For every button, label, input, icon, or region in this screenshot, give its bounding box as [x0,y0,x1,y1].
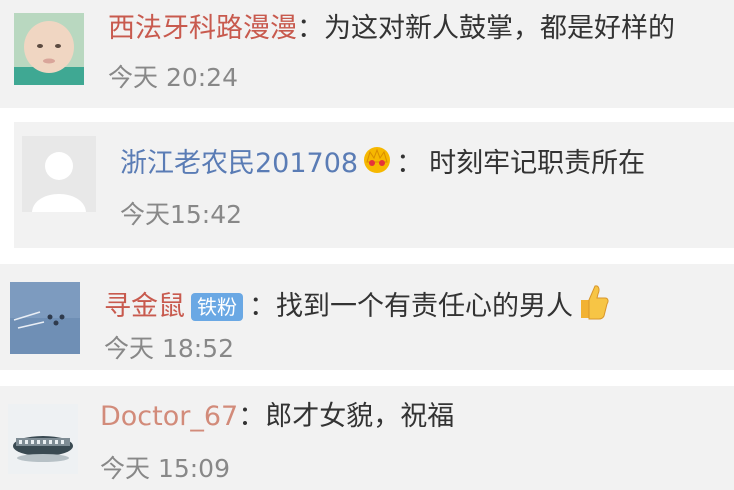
separator: ： [249,290,276,322]
username-link[interactable]: Doctor_67 [100,400,238,434]
timestamp: 今天 15:09 [100,454,230,483]
comment-card: Doctor_67 ： 郎才女貌，祝福 今天 15:09 [0,386,734,490]
avatar[interactable] [22,136,96,212]
comment-text: 郎才女貌，祝福 [265,401,455,432]
thumbs-up-icon [575,282,609,331]
separator: ： [297,13,324,44]
comment-line: Doctor_67 ： 郎才女貌，祝福 [100,400,454,434]
fan-badge: 铁粉 [191,292,243,321]
jets-avatar-image [10,282,80,354]
username-link[interactable]: 浙江老农民201708 [120,147,358,181]
timestamp: 今天15:42 [120,200,243,229]
separator: ： [238,401,266,432]
comment-line: 浙江老农民201708 ： 时刻牢记职责所在 [120,144,645,183]
avatar[interactable] [10,282,80,354]
comment-text: 找到一个有责任心的男人 [276,290,573,322]
comment-line: 寻金鼠 铁粉 ： 找到一个有责任心的男人 [104,282,611,331]
comment-card: 浙江老农民201708 ： 时刻牢记职责所在 今天15:42 [14,122,734,248]
comment-card: 西法牙科路漫漫 ： 为这对新人鼓掌，都是好样的 今天 20:24 [0,0,734,108]
comment-line: 西法牙科路漫漫 ： 为这对新人鼓掌，都是好样的 [108,12,675,46]
building-avatar-image [8,404,78,474]
timestamp: 今天 20:24 [108,63,238,92]
comment-text: 为这对新人鼓掌，都是好样的 [324,13,675,44]
baby-avatar-image [14,13,84,85]
avatar[interactable] [8,404,78,474]
username-link[interactable]: 西法牙科路漫漫 [108,12,297,46]
comment-text: 时刻牢记职责所在 [429,147,646,179]
default-user-icon [22,136,96,212]
username-link[interactable]: 寻金鼠 [104,290,185,324]
separator: ： [396,147,424,179]
avatar[interactable] [14,13,84,85]
timestamp: 今天 18:52 [104,334,234,363]
crown-icon [360,144,394,183]
comment-card: 寻金鼠 铁粉 ： 找到一个有责任心的男人 今天 18:52 [0,264,734,370]
